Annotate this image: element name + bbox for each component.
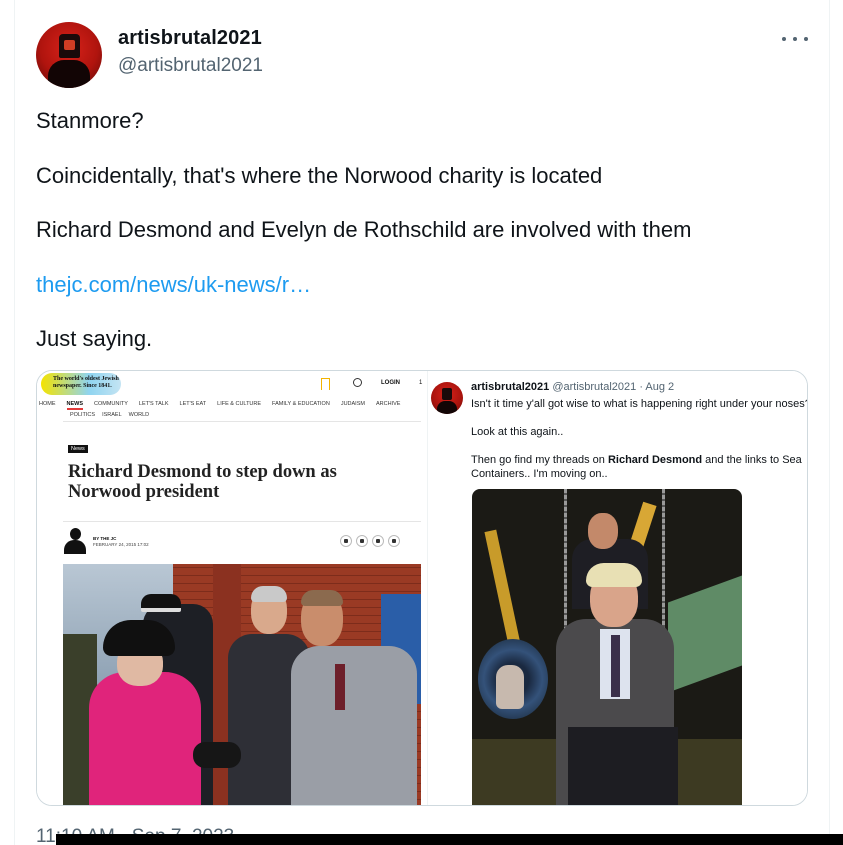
divider	[63, 521, 421, 522]
nav-item: COMMUNITY	[94, 401, 128, 407]
article-photo	[63, 564, 421, 805]
subnav-item: WORLD	[128, 412, 150, 418]
divider	[63, 421, 421, 422]
author-avatar[interactable]	[36, 22, 102, 88]
article-screenshot[interactable]: The world's oldest Jewish newspaper. Sin…	[37, 371, 427, 805]
jc-logo: The world's oldest Jewish newspaper. Sin…	[41, 373, 121, 395]
share-icons	[340, 535, 400, 547]
tweet-line: Just saying.	[36, 326, 153, 351]
quoted-line: Look at this again..	[471, 426, 564, 438]
toolbar-number: 1	[419, 380, 423, 386]
avatar-glow	[64, 40, 75, 50]
section-badge: News	[68, 445, 88, 453]
footer-bar	[56, 834, 843, 845]
article-toolbar: LOGIN 1	[315, 375, 427, 395]
nav-item: LET'S EAT	[179, 401, 207, 407]
quoted-line: Isn't it time y'all got wise to what is …	[471, 398, 808, 410]
quoted-display-name: artisbrutal2021	[471, 381, 550, 393]
quoted-tweet-screenshot[interactable]: artisbrutal2021 @artisbrutal2021 · Aug 2…	[427, 371, 808, 805]
byline-date: FEBRUARY 24, 2015 17:02	[93, 542, 149, 547]
bookmark-icon	[321, 378, 330, 390]
subnav-item: POLITICS	[70, 412, 96, 418]
nav-item: LIFE & CULTURE	[217, 401, 262, 407]
tweet-line: Coincidentally, that's where the Norwood…	[36, 163, 603, 188]
more-options-icon[interactable]	[782, 30, 808, 48]
article-headline: Richard Desmond to step down as Norwood …	[68, 462, 337, 502]
email-icon	[388, 535, 400, 547]
nav-item-active: NEWS	[66, 401, 83, 410]
author-display-name[interactable]: artisbrutal2021	[118, 27, 262, 50]
quoted-meta: @artisbrutal2021 · Aug 2	[552, 381, 675, 393]
author-silhouette-icon	[64, 528, 86, 554]
nav-item: LET'S TALK	[138, 401, 169, 407]
tweet-line: Richard Desmond and Evelyn de Rothschild…	[36, 217, 692, 242]
nav-item: ARCHIVE	[375, 401, 401, 407]
quoted-avatar	[431, 382, 463, 414]
author-handle[interactable]: @artisbrutal2021	[118, 55, 263, 77]
tweet-link[interactable]: thejc.com/news/uk-news/r…	[36, 272, 311, 297]
article-subnav: POLITICS ISRAEL WORLD	[70, 412, 156, 418]
subnav-item: ISRAEL	[102, 412, 122, 418]
whatsapp-icon	[372, 535, 384, 547]
quoted-author: artisbrutal2021 @artisbrutal2021 · Aug 2	[471, 381, 674, 393]
quoted-photo	[472, 489, 742, 805]
quoted-line: Then go find my threads on Richard Desmo…	[471, 454, 802, 466]
facebook-icon	[356, 535, 368, 547]
login-label: LOGIN	[381, 380, 400, 386]
article-nav: HOME NEWS COMMUNITY LET'S TALK LET'S EAT LIFE…	[39, 401, 427, 410]
media-card[interactable]: The world's oldest Jewish newspaper. Sin…	[36, 370, 808, 806]
nav-item: HOME	[39, 401, 56, 407]
nav-item: FAMILY & EDUCATION	[272, 401, 330, 407]
twitter-icon	[340, 535, 352, 547]
byline-label: BY THE JC	[93, 536, 117, 541]
avatar-figure-shoulders	[48, 60, 90, 88]
tweet-line: Stanmore?	[36, 108, 144, 133]
search-icon	[353, 378, 362, 387]
nav-item: JUDAISM	[340, 401, 365, 407]
article-byline: BY THE JC FEBRUARY 24, 2015 17:02	[93, 536, 149, 548]
quoted-line: Containers.. I'm moving on..	[471, 468, 608, 480]
